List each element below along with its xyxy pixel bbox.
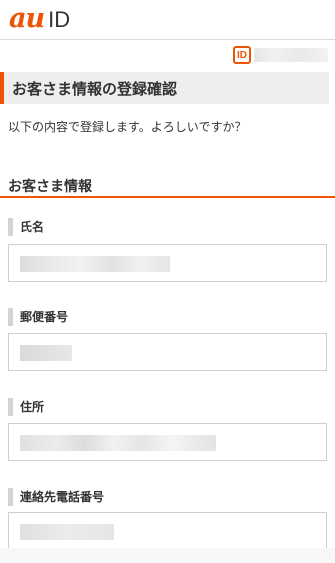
confirm-intro-text: 以下の内容で登録します。よろしいですか？ bbox=[8, 120, 247, 134]
phone-value-masked bbox=[20, 524, 114, 540]
address-label: 住所 bbox=[8, 398, 44, 416]
page-bottom-edge bbox=[0, 548, 335, 563]
id-badge-icon: ID bbox=[233, 46, 251, 64]
postal-code-label: 郵便番号 bbox=[8, 308, 68, 326]
page-title: お客さま情報の登録確認 bbox=[12, 80, 178, 98]
account-id-row: ID bbox=[233, 46, 328, 64]
postal-code-field bbox=[8, 333, 327, 371]
au-id-logo[interactable]: au ID bbox=[9, 5, 70, 34]
address-field bbox=[8, 423, 327, 461]
account-id-masked bbox=[254, 48, 328, 62]
phone-label: 連絡先電話番号 bbox=[8, 488, 104, 506]
section-header: お客さま情報 bbox=[0, 174, 335, 198]
name-field bbox=[8, 244, 327, 282]
logo-au-text: au bbox=[9, 3, 45, 34]
app-header: au ID bbox=[0, 0, 335, 40]
logo-id-text: ID bbox=[48, 7, 71, 32]
postal-code-value-masked bbox=[20, 345, 72, 361]
section-title: お客さま情報 bbox=[8, 179, 92, 195]
phone-field bbox=[8, 512, 327, 550]
name-label: 氏名 bbox=[8, 218, 44, 236]
page-title-bar: お客さま情報の登録確認 bbox=[0, 72, 329, 104]
name-value-masked bbox=[20, 256, 170, 272]
address-value-masked bbox=[20, 435, 216, 451]
